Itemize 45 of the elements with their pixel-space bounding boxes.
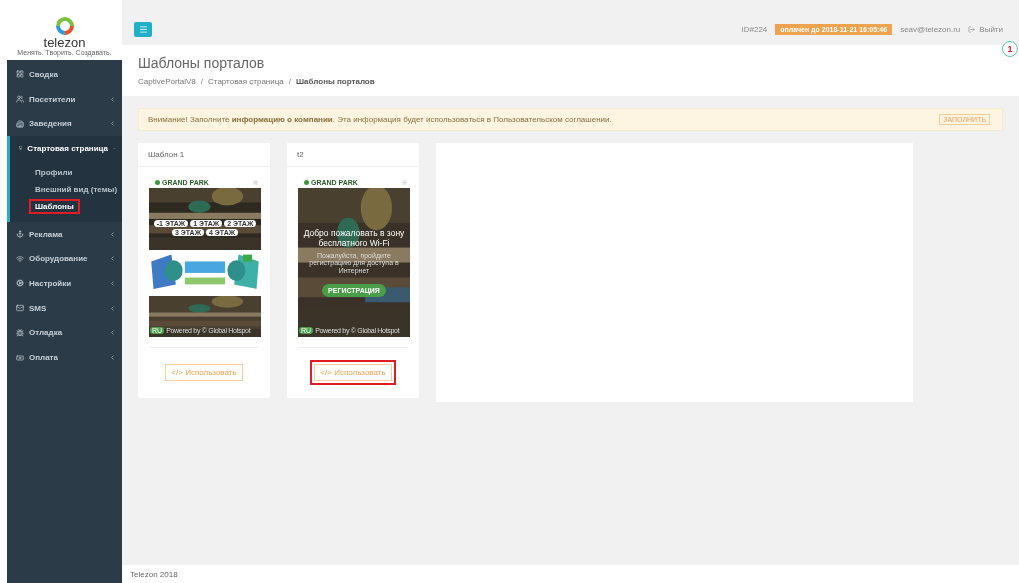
sidebar-item[interactable]: Настройки: [7, 271, 122, 296]
menu-button[interactable]: [134, 21, 152, 37]
sidebar-item[interactable]: Стартовая страница: [7, 136, 122, 161]
sidebar-item[interactable]: Оборудование: [7, 246, 122, 272]
account-id: ID#224: [741, 24, 768, 34]
menu-item-icon: [16, 254, 24, 263]
alert-text: Внимание! Заполните информацию о компании. Эта информация будет использоваться в Пользовательском соглашении.: [148, 115, 612, 124]
logout-icon: [968, 25, 976, 33]
menu-item-icon: [16, 119, 24, 128]
footer-text: Telezon 2018: [122, 565, 1019, 583]
menu-item-icon: [16, 95, 24, 104]
sidebar-item[interactable]: Заведения: [7, 111, 122, 137]
breadcrumb[interactable]: CaptivePortalV8: [138, 77, 196, 86]
page-title: Шаблоны порталов: [138, 55, 266, 71]
welcome-heading: Добро пожаловать в зону бесплатного Wi-Fi: [302, 228, 406, 249]
menu-item-icon: [19, 144, 23, 153]
breadcrumb[interactable]: Стартовая страница: [208, 77, 284, 86]
menu-item-icon: [16, 70, 24, 79]
menu-icon: [402, 179, 407, 185]
card-title: Шаблон 1: [138, 143, 270, 167]
logo-icon: [54, 16, 75, 36]
breadcrumb-separator: /: [288, 77, 292, 86]
sidebar-item[interactable]: Посетители: [7, 86, 122, 112]
breadcrumb: Шаблоны порталов: [296, 77, 375, 86]
menu-item-icon: [16, 328, 24, 337]
menu-item-icon: [16, 279, 24, 288]
submenu-item[interactable]: Внешний вид (темы): [29, 181, 124, 197]
brand-name: telezon: [43, 36, 86, 49]
clover-icon: [304, 179, 309, 185]
notification-badge[interactable]: 1: [1002, 41, 1018, 57]
card-title: t2: [287, 143, 419, 167]
submenu-item[interactable]: Профили: [29, 164, 79, 180]
menu-item-icon: [16, 353, 24, 362]
sidebar-item[interactable]: Реклама: [7, 221, 122, 247]
clover-icon: [155, 179, 160, 185]
sidebar-item[interactable]: Сводка: [7, 62, 122, 87]
menu-icon: [253, 179, 258, 185]
breadcrumb-separator: /: [200, 77, 204, 86]
menu-item-icon: [16, 230, 24, 239]
sidebar-item[interactable]: Отладка: [7, 320, 122, 346]
menu-icon: [138, 24, 148, 34]
menu-item-icon: [16, 304, 24, 313]
sidebar-item[interactable]: Оплата: [7, 345, 122, 370]
submenu-item[interactable]: Шаблоны: [29, 198, 80, 214]
sidebar-item[interactable]: SMS: [7, 295, 122, 321]
